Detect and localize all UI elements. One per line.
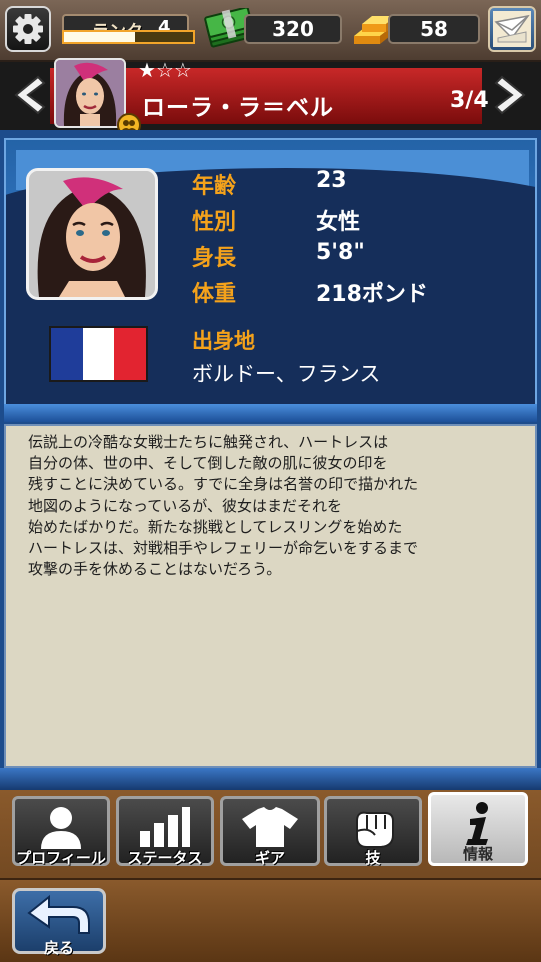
tab-label: 情報 xyxy=(462,845,493,863)
gear-icon xyxy=(13,14,43,44)
star-filled-icon: ★ xyxy=(138,58,156,82)
gold-amount: 58 xyxy=(388,14,480,44)
mail-button[interactable] xyxy=(488,6,536,52)
character-thumbnail xyxy=(54,58,126,128)
rank-progress-fill xyxy=(64,32,135,42)
rank-progress-bar xyxy=(62,30,195,44)
back-button[interactable]: 戻る xyxy=(12,888,106,957)
shirt-icon xyxy=(242,807,298,847)
fist-icon xyxy=(356,811,394,848)
france-flag xyxy=(49,326,148,382)
height-value: 5'8" xyxy=(316,240,365,265)
bio-box: 伝説上の冷酷な女戦士たちに触発され、ハートレスは 自分の体、世の中、そして倒した… xyxy=(4,424,537,768)
character-name: ローラ・ラ＝ベル xyxy=(142,95,334,121)
page-counter: 3/4 xyxy=(450,88,489,113)
star-empty-icon: ☆ xyxy=(173,58,192,82)
tab-label: ステータス xyxy=(127,849,203,867)
tab-info[interactable]: 情報 xyxy=(428,792,528,866)
person-icon xyxy=(41,807,81,849)
tab-moves[interactable]: 技 xyxy=(324,796,422,867)
age-value: 23 xyxy=(316,168,347,193)
next-arrow-icon[interactable] xyxy=(492,75,532,115)
weight-value: 218ポンド xyxy=(316,282,428,307)
back-arrow-icon xyxy=(27,894,90,934)
bio-text: 伝説上の冷酷な女戦士たちに触発され、ハートレスは 自分の体、世の中、そして倒した… xyxy=(28,433,419,579)
info-icon xyxy=(466,802,488,845)
tab-label: ギア xyxy=(254,849,285,867)
character-portrait xyxy=(26,168,158,300)
gender-value: 女性 xyxy=(316,210,361,235)
tab-gear[interactable]: ギア xyxy=(220,796,320,867)
mail-icon xyxy=(493,11,531,47)
bar-chart-icon xyxy=(140,807,190,847)
height-label: 身長 xyxy=(192,246,237,271)
prev-arrow-icon[interactable] xyxy=(8,75,48,115)
tab-profile[interactable]: プロフィール xyxy=(12,796,110,867)
origin-label: 出身地 xyxy=(192,329,255,353)
cash-amount: 320 xyxy=(244,14,342,44)
tab-label: プロフィール xyxy=(16,849,106,867)
back-label: 戻る xyxy=(43,939,74,957)
star-empty-icon: ☆ xyxy=(155,58,174,82)
weight-label: 体重 xyxy=(192,282,237,307)
origin-value: ボルドー、フランス xyxy=(192,362,381,386)
top-bar: ランク 4 320 58 xyxy=(0,0,541,62)
gender-label: 性別 xyxy=(192,210,237,235)
tab-label: 技 xyxy=(365,849,381,867)
tab-status[interactable]: ステータス xyxy=(116,796,214,867)
settings-button[interactable] xyxy=(5,6,51,52)
star-rating: ★☆☆ xyxy=(138,60,192,80)
age-label: 年齢 xyxy=(192,174,237,199)
